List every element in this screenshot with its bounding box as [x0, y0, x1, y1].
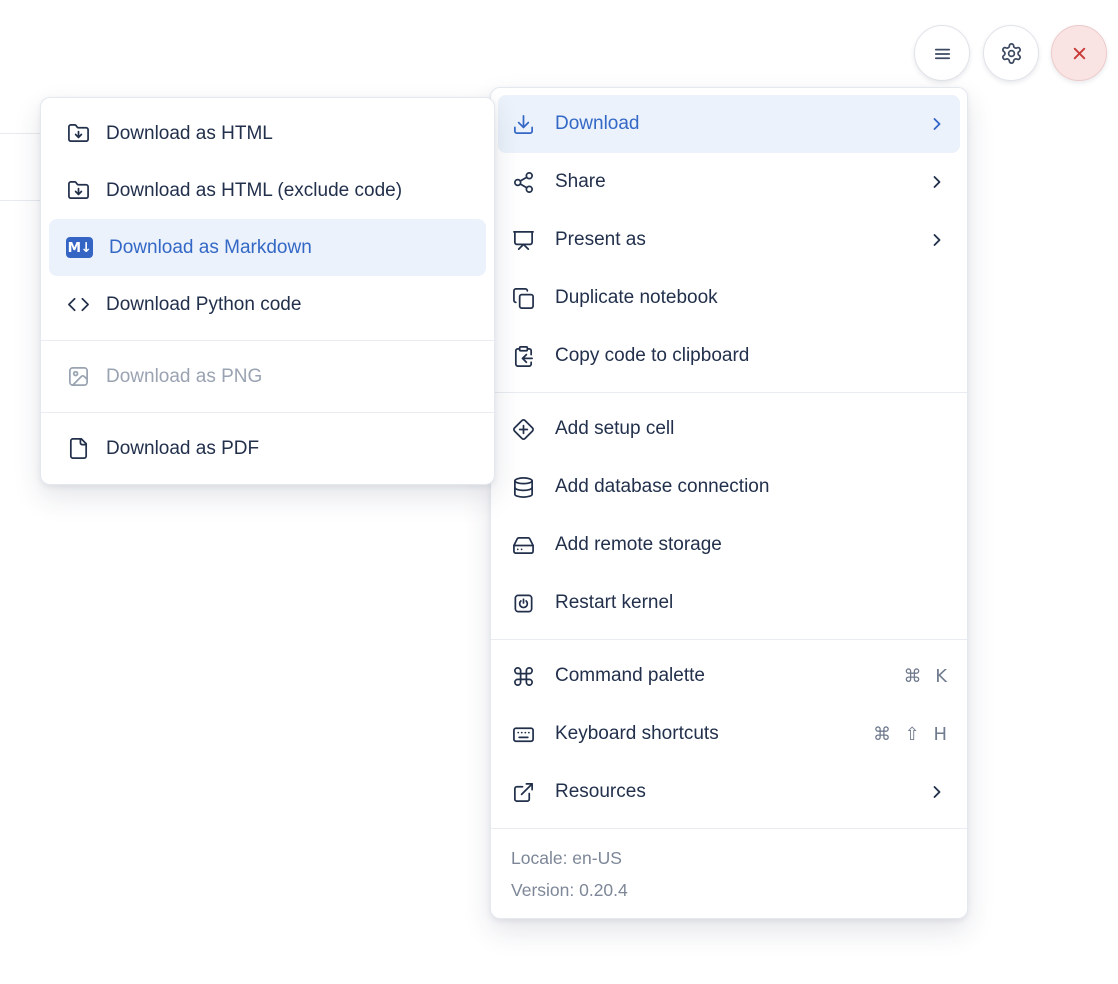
- notebook-menu-button[interactable]: [914, 25, 970, 81]
- menu-item-duplicate-notebook[interactable]: Duplicate notebook: [491, 269, 967, 327]
- power-square-icon: [511, 591, 535, 615]
- menu-section-actions: Download Share Present as: [491, 88, 967, 392]
- close-icon: [1067, 41, 1091, 65]
- file-icon: [66, 437, 90, 461]
- menu-item-copy-code[interactable]: Copy code to clipboard: [491, 327, 967, 385]
- menu-item-label: Download as HTML (exclude code): [106, 180, 469, 202]
- menu-item-label: Keyboard shortcuts: [555, 723, 853, 745]
- submenu-section-png: Download as PNG: [41, 340, 494, 412]
- chevron-right-icon: [927, 230, 947, 250]
- menu-item-label: Add remote storage: [555, 534, 947, 556]
- download-icon: [511, 112, 535, 136]
- menu-item-share[interactable]: Share: [491, 153, 967, 211]
- menu-item-label: Restart kernel: [555, 592, 947, 614]
- menu-item-label: Copy code to clipboard: [555, 345, 947, 367]
- menu-item-command-palette[interactable]: Command palette ⌘ K: [491, 647, 967, 705]
- menu-item-label: Download as Markdown: [109, 237, 469, 259]
- diamond-plus-icon: [511, 417, 535, 441]
- menu-item-present-as[interactable]: Present as: [491, 211, 967, 269]
- locale-text: Locale: en-US: [511, 842, 947, 874]
- external-link-icon: [511, 780, 535, 804]
- settings-button[interactable]: [983, 25, 1039, 81]
- menu-item-label: Download as PDF: [106, 438, 469, 460]
- download-submenu: Download as HTML Download as HTML (exclu…: [40, 97, 495, 485]
- menu-item-download[interactable]: Download: [498, 95, 960, 153]
- code-icon: [66, 293, 90, 317]
- close-button[interactable]: [1051, 25, 1107, 81]
- menu-item-restart-kernel[interactable]: Restart kernel: [491, 574, 967, 632]
- command-icon: [511, 664, 535, 688]
- submenu-section-documents: Download as HTML Download as HTML (exclu…: [41, 98, 494, 340]
- menu-item-download-html[interactable]: Download as HTML: [41, 105, 494, 162]
- image-icon: [66, 365, 90, 389]
- chevron-right-icon: [927, 114, 947, 134]
- menu-item-label: Share: [555, 171, 907, 193]
- menu-item-label: Duplicate notebook: [555, 287, 947, 309]
- notebook-menu: Download Share Present as: [490, 87, 968, 919]
- menu-item-resources[interactable]: Resources: [491, 763, 967, 821]
- menu-item-label: Download: [555, 113, 907, 135]
- shortcut-hint: ⌘ ⇧ H: [873, 724, 947, 745]
- menu-item-keyboard-shortcuts[interactable]: Keyboard shortcuts ⌘ ⇧ H: [491, 705, 967, 763]
- menu-item-label: Command palette: [555, 665, 883, 687]
- menu-item-add-setup-cell[interactable]: Add setup cell: [491, 400, 967, 458]
- keyboard-icon: [511, 722, 535, 746]
- menu-item-label: Present as: [555, 229, 907, 251]
- presentation-icon: [511, 228, 535, 252]
- page-rule: [0, 200, 42, 201]
- menu-section-cells: Add setup cell Add database connection A…: [491, 392, 967, 639]
- share-icon: [511, 170, 535, 194]
- menu-item-add-remote-storage[interactable]: Add remote storage: [491, 516, 967, 574]
- menu-section-help: Command palette ⌘ K Keyboard shortcuts ⌘…: [491, 639, 967, 828]
- menu-item-label: Resources: [555, 781, 907, 803]
- markdown-icon: M↓: [66, 237, 93, 258]
- menu-item-download-html-exclude-code[interactable]: Download as HTML (exclude code): [41, 162, 494, 219]
- clipboard-copy-icon: [511, 344, 535, 368]
- menu-item-download-pdf[interactable]: Download as PDF: [41, 420, 494, 477]
- page-rule: [0, 133, 42, 134]
- menu-footer: Locale: en-US Version: 0.20.4: [491, 828, 967, 918]
- menu-item-add-database-connection[interactable]: Add database connection: [491, 458, 967, 516]
- submenu-section-pdf: Download as PDF: [41, 412, 494, 484]
- folder-download-icon: [66, 122, 90, 146]
- duplicate-icon: [511, 286, 535, 310]
- menu-item-label: Add setup cell: [555, 418, 947, 440]
- chevron-right-icon: [927, 782, 947, 802]
- database-icon: [511, 475, 535, 499]
- menu-item-download-python[interactable]: Download Python code: [41, 276, 494, 333]
- shortcut-hint: ⌘ K: [903, 666, 947, 687]
- hamburger-icon: [930, 41, 954, 65]
- menu-item-label: Download as HTML: [106, 123, 469, 145]
- hard-drive-icon: [511, 533, 535, 557]
- gear-icon: [999, 41, 1023, 65]
- menu-item-label: Download as PNG: [106, 366, 469, 388]
- folder-download-icon: [66, 179, 90, 203]
- chevron-right-icon: [927, 172, 947, 192]
- menu-item-label: Add database connection: [555, 476, 947, 498]
- menu-item-label: Download Python code: [106, 294, 469, 316]
- menu-item-download-markdown[interactable]: M↓ Download as Markdown: [49, 219, 486, 276]
- menu-item-download-png[interactable]: Download as PNG: [41, 348, 494, 405]
- version-text: Version: 0.20.4: [511, 874, 947, 906]
